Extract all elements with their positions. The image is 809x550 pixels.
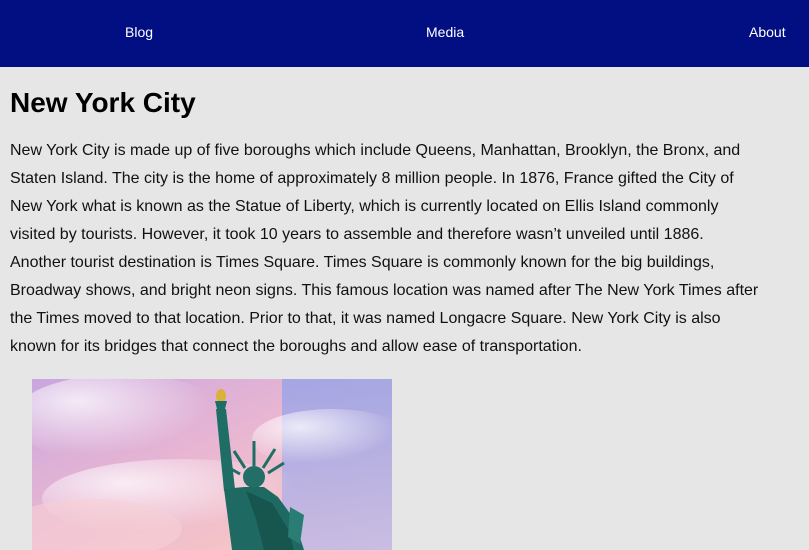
- nav-link-blog[interactable]: Blog: [125, 24, 153, 40]
- statue-of-liberty-image: [32, 379, 392, 550]
- page-title: New York City: [10, 87, 196, 118]
- article-paragraph: New York City is made up of five borough…: [10, 142, 759, 355]
- top-navbar: Blog Media About: [0, 0, 809, 67]
- nav-link-media[interactable]: Media: [426, 24, 464, 40]
- nav-link-about[interactable]: About: [749, 24, 786, 40]
- main-content: New York City New York City is made up o…: [0, 86, 809, 361]
